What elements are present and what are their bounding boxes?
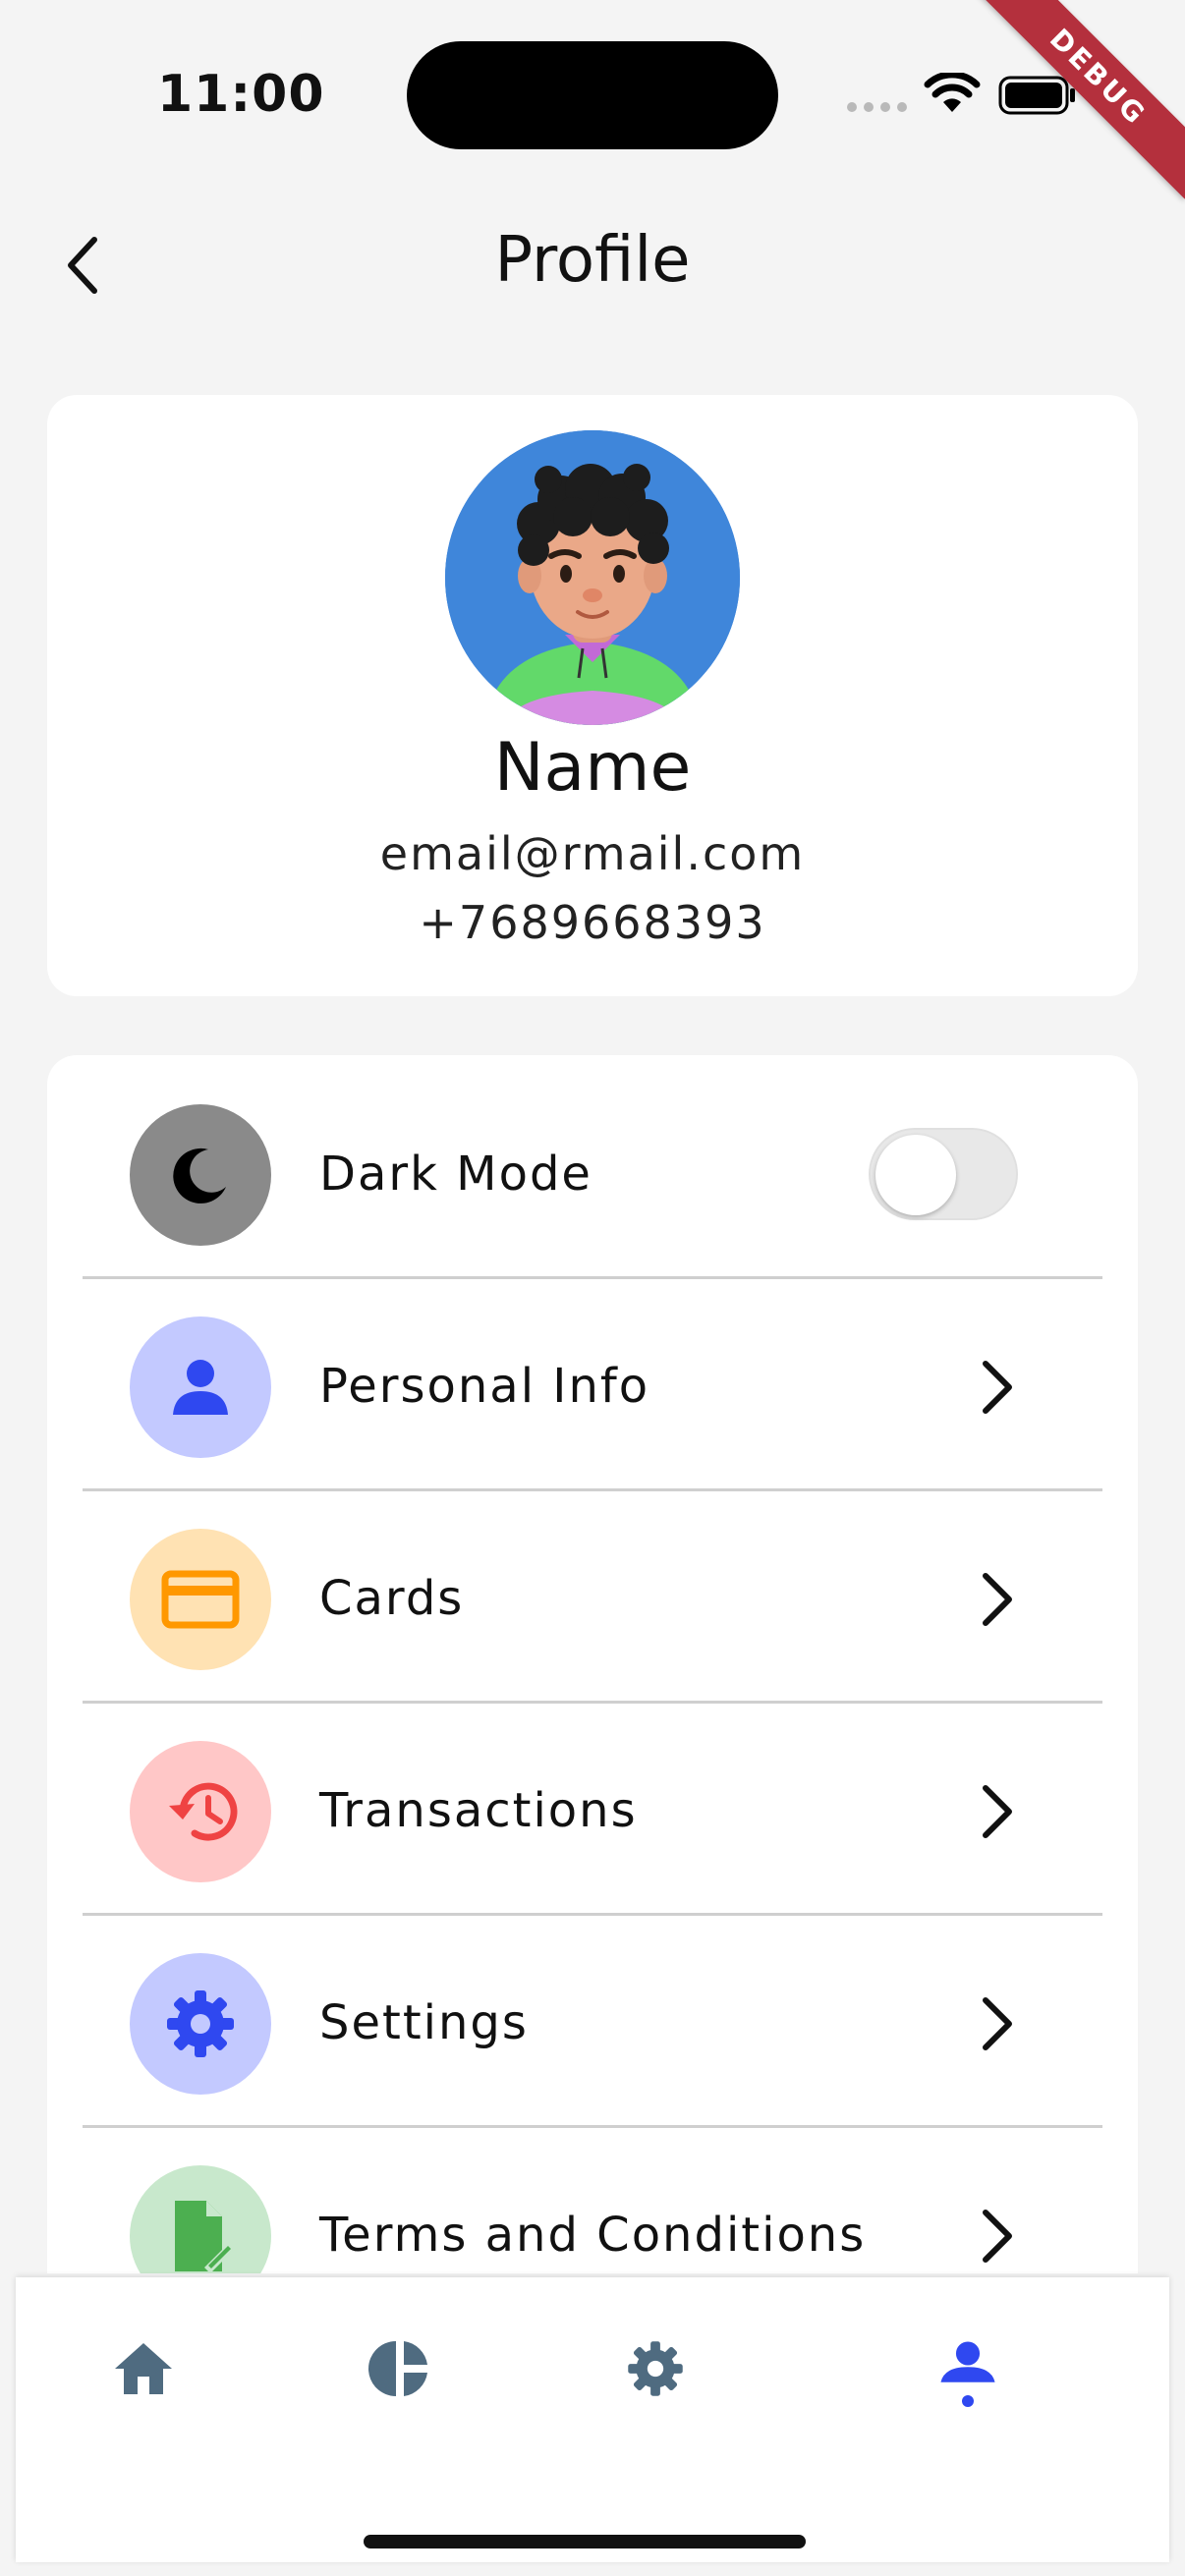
menu-item-dark-mode: Dark Mode [47,1055,1138,1267]
menu-item-personal-info[interactable]: Personal Info [47,1267,1138,1480]
gear-icon [130,1953,271,2095]
menu-item-label: Dark Mode [319,1147,592,1202]
profile-name: Name [493,729,692,807]
chevron-right-icon [983,1785,1012,1838]
pie-chart-icon [368,2341,427,2396]
avatar[interactable] [445,430,740,725]
history-icon [130,1741,271,1882]
toggle-knob [875,1135,956,1215]
nav-analytics[interactable] [356,2324,444,2413]
profile-card: Name email@rmail.com +7689668393 [47,395,1138,996]
credit-card-icon [130,1529,271,1670]
avatar-illustration [445,430,740,725]
chevron-right-icon [983,2210,1012,2263]
menu-item-label: Personal Info [319,1359,650,1414]
bottom-navigation-bar [16,2277,1169,2562]
chevron-right-icon [983,1573,1012,1626]
profile-screen: 11:00 DEBUG Profile Name email@rmail.com… [0,0,1185,2576]
menu-item-transactions[interactable]: Transactions [47,1692,1138,1904]
dynamic-island [407,41,778,149]
home-indicator[interactable] [364,2535,806,2548]
battery-icon [998,76,1075,115]
menu-item-terms[interactable]: Terms and Conditions [47,2116,1138,2273]
home-icon [115,2343,172,2394]
profile-phone: +7689668393 [419,896,766,949]
status-time: 11:00 [157,65,325,124]
moon-icon [130,1104,271,1246]
person-icon [130,1316,271,1458]
document-edit-icon [130,2165,271,2273]
nav-settings[interactable] [611,2324,700,2413]
profile-email: email@rmail.com [379,827,806,880]
menu-item-label: Settings [319,1995,529,2050]
menu-item-label: Transactions [319,1783,638,1838]
gear-icon [628,2341,683,2396]
person-icon [940,2341,995,2382]
dark-mode-toggle[interactable] [869,1128,1018,1220]
cellular-signal-icon [847,102,907,112]
menu-card: Dark Mode Personal Info Cards Transactio… [47,1055,1138,2273]
chevron-right-icon [983,1997,1012,2050]
wifi-icon [924,73,981,112]
page-title: Profile [494,224,691,297]
chevron-right-icon [983,1361,1012,1414]
nav-home[interactable] [99,2324,188,2413]
active-tab-indicator [962,2395,974,2407]
menu-item-settings[interactable]: Settings [47,1904,1138,2116]
menu-item-label: Terms and Conditions [319,2208,867,2263]
menu-item-cards[interactable]: Cards [47,1480,1138,1692]
menu-item-label: Cards [319,1571,465,1626]
